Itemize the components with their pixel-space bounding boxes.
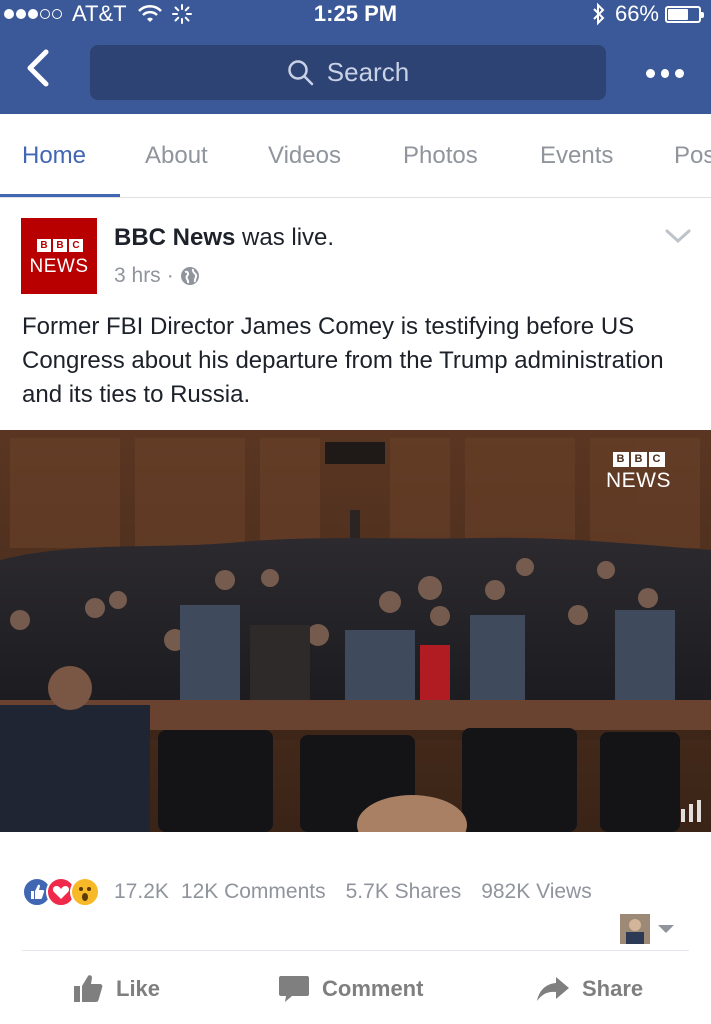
more-dot-icon — [675, 68, 685, 78]
post-actions: Like Comment Share — [0, 960, 711, 1018]
post-timestamp[interactable]: 3 hrs — [114, 264, 161, 288]
like-button[interactable]: Like — [72, 960, 160, 1018]
post-body-text: Former FBI Director James Comey is testi… — [22, 313, 664, 408]
comment-label: Comment — [322, 976, 424, 1001]
tab-events[interactable]: Events — [540, 142, 613, 170]
reaction-icons[interactable] — [22, 877, 100, 907]
search-input[interactable]: Search — [90, 45, 606, 100]
bluetooth-icon — [593, 2, 605, 26]
views-count: 982K Views — [481, 880, 592, 903]
like-label: Like — [116, 976, 161, 1001]
page-avatar[interactable]: BBC NEWS — [21, 218, 97, 294]
post-header: BBC NEWS BBC News was live. 3 hrs · — [0, 206, 711, 306]
post-as-selector[interactable] — [620, 912, 690, 946]
divider — [22, 950, 689, 951]
battery-fill — [668, 8, 688, 20]
post-meta: 3 hrs · — [114, 264, 200, 288]
search-icon — [288, 59, 314, 85]
top-bar: AT&T 1:25 PM 66% Search — [0, 0, 711, 114]
active-tab-indicator — [0, 194, 120, 197]
video-bbc-blocks: BBC — [606, 452, 671, 467]
page-tabs: Home About Videos Photos Events Pos — [0, 114, 711, 198]
chevron-down-icon — [665, 229, 691, 244]
status-right: 66% — [591, 0, 704, 28]
author-name-link[interactable]: BBC News — [114, 224, 235, 251]
caret-down-icon — [658, 925, 674, 933]
post-options-button[interactable] — [665, 226, 691, 246]
thumbs-up-icon — [74, 975, 103, 1002]
live-video[interactable]: BBC NEWS — [0, 430, 711, 832]
battery-percent: 66% — [614, 1, 659, 26]
more-dot-icon — [660, 68, 670, 78]
more-options-button[interactable] — [643, 58, 687, 88]
tab-about[interactable]: About — [145, 142, 208, 170]
bbc-logo: BBC — [37, 239, 85, 252]
share-arrow-icon — [537, 977, 569, 1001]
engagement-summary: 17.2K 12K Comments 5.7K Shares 982K View… — [22, 875, 692, 909]
more-dot-icon — [646, 68, 655, 78]
video-news-label: NEWS — [606, 469, 671, 492]
shares-count[interactable]: 5.7K Shares — [346, 880, 462, 904]
tab-posts[interactable]: Pos — [674, 142, 711, 170]
back-chevron-icon — [27, 49, 49, 87]
video-frame — [0, 430, 711, 832]
author-suffix: was live. — [242, 224, 335, 251]
back-button[interactable] — [18, 46, 62, 90]
search-placeholder: Search — [326, 57, 410, 87]
comment-icon — [279, 976, 309, 1002]
viewer-avatar — [620, 914, 650, 944]
tab-photos[interactable]: Photos — [403, 142, 478, 170]
nav-row: Search — [0, 28, 711, 114]
comments-count[interactable]: 12K Comments — [181, 880, 326, 904]
share-button[interactable]: Share — [536, 960, 643, 1018]
share-label: Share — [582, 976, 644, 1001]
reaction-count[interactable]: 17.2K — [114, 880, 169, 904]
globe-icon — [180, 267, 199, 285]
avatar-news-label: NEWS — [29, 256, 89, 277]
battery-icon — [665, 5, 704, 23]
volume-bars-icon[interactable] — [679, 800, 703, 822]
post-author-line: BBC News was live. — [114, 224, 334, 252]
status-bar: AT&T 1:25 PM 66% — [0, 0, 711, 28]
tab-videos[interactable]: Videos — [268, 142, 341, 170]
tab-home[interactable]: Home — [22, 142, 86, 170]
wow-reaction-icon — [70, 877, 100, 907]
video-bbc-logo: BBC NEWS — [606, 452, 671, 493]
meta-separator: · — [166, 264, 174, 287]
comment-button[interactable]: Comment — [278, 960, 423, 1018]
